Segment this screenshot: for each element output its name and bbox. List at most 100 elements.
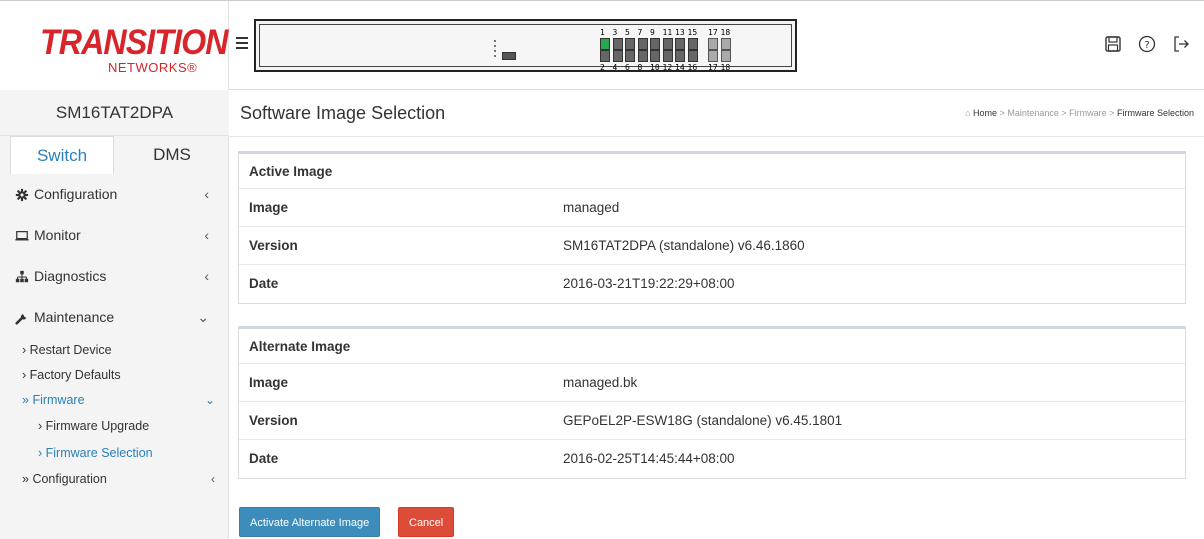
gear-icon — [15, 189, 29, 202]
chevron-left-icon: ‹ — [204, 227, 209, 243]
port-9-top[interactable] — [650, 38, 660, 50]
row-label: Image — [249, 375, 289, 390]
sitemap-icon — [15, 271, 29, 283]
port-number-label: 5 — [625, 28, 630, 37]
breadcrumb-home[interactable]: Home — [973, 108, 997, 118]
page-title: Software Image Selection — [240, 103, 446, 123]
port-4-bottom[interactable] — [612, 50, 623, 62]
hamburger-menu-icon[interactable] — [236, 37, 248, 51]
port-number-label: 13 — [675, 28, 685, 37]
port-number-label: 16 — [687, 63, 698, 72]
sidebar-item-firmware-selection[interactable]: › Firmware Selection — [0, 440, 229, 467]
chevron-down-icon: ⌄ — [204, 393, 215, 407]
sidebar-item-factory-defaults[interactable]: › Factory Defaults — [0, 363, 229, 388]
sidebar-item-label: Firmware Upgrade — [45, 419, 150, 433]
alternate-image-header: Alternate Image — [239, 329, 1185, 364]
sidebar-item-firmware[interactable]: » Firmware ⌄ — [0, 388, 229, 413]
breadcrumb-maintenance[interactable]: Maintenance — [1007, 108, 1059, 118]
row-label: Version — [249, 413, 298, 428]
sidebar-item-label: Firmware — [32, 393, 85, 407]
sidebar-item-configuration[interactable]: Configuration ‹ — [0, 174, 229, 215]
sidebar-item-configuration-sub[interactable]: » Configuration ‹ — [0, 467, 229, 492]
port-number-label: 11 — [662, 28, 673, 37]
port-13-top[interactable] — [675, 38, 685, 50]
table-row: Image managed — [239, 189, 1185, 227]
row-label: Version — [249, 238, 298, 253]
status-leds — [493, 40, 497, 60]
chevron-left-icon: ‹ — [204, 268, 209, 284]
port-17-sfp-bottom[interactable] — [708, 50, 718, 62]
port-number-label: 2 — [600, 63, 605, 72]
activate-alternate-image-button[interactable]: Activate Alternate Image — [239, 507, 381, 537]
sidebar-item-firmware-upgrade[interactable]: › Firmware Upgrade — [0, 413, 229, 440]
port-18-sfp-bottom[interactable] — [720, 50, 731, 62]
logo-wordmark: TRANSITION — [40, 23, 228, 62]
row-value: managed — [563, 200, 620, 215]
sidebar-item-label: Factory Defaults — [29, 368, 121, 382]
logo: TRANSITION NETWORKS® — [0, 1, 229, 91]
console-port — [502, 52, 516, 60]
port-6-bottom[interactable] — [625, 50, 635, 62]
sidebar-item-monitor[interactable]: Monitor ‹ — [0, 215, 229, 256]
port-number-label: 18 — [720, 28, 731, 37]
port-number-label: 18 — [720, 63, 731, 72]
save-icon[interactable] — [1104, 35, 1122, 53]
port-15-top[interactable] — [687, 38, 698, 50]
port-5-top[interactable] — [625, 38, 635, 50]
sidebar-item-label: Diagnostics — [34, 268, 107, 284]
header-actions: ? — [1104, 35, 1190, 53]
top-header: TRANSITION NETWORKS® 1 3 5 7 9 11 13 15 17 18 2 4 6 8… — [0, 0, 1204, 91]
wrench-icon — [15, 314, 27, 325]
port-17-sfp-top[interactable] — [708, 38, 718, 50]
sidebar-item-label: Configuration — [32, 472, 107, 486]
port-11-top[interactable] — [662, 38, 673, 50]
active-image-header: Active Image — [239, 154, 1185, 189]
sidebar-menu: Configuration ‹ Monitor ‹ Diagnostics ‹ … — [0, 174, 229, 492]
home-icon: ⌂ — [965, 108, 971, 118]
port-number-label: 3 — [612, 28, 618, 37]
breadcrumb-current: Firmware Selection — [1116, 108, 1194, 118]
divider — [230, 136, 1204, 137]
port-8-bottom[interactable] — [637, 50, 648, 62]
tab-dms[interactable]: DMS — [120, 136, 224, 174]
row-value: 2016-02-25T14:45:44+08:00 — [563, 451, 735, 466]
port-number-label: 1 — [600, 28, 605, 37]
svg-text:?: ? — [1144, 40, 1149, 51]
port-10-bottom[interactable] — [650, 50, 660, 62]
help-icon[interactable]: ? — [1138, 35, 1156, 53]
sidebar: SM16TAT2DPA Switch DMS Configuration ‹ M… — [0, 90, 229, 539]
port-number-label: 15 — [687, 28, 698, 37]
active-image-panel: Active Image Image managed Version SM16T… — [238, 151, 1186, 304]
breadcrumb-firmware[interactable]: Firmware — [1069, 108, 1107, 118]
table-row: Version SM16TAT2DPA (standalone) v6.46.1… — [239, 227, 1185, 265]
row-value: SM16TAT2DPA (standalone) v6.46.1860 — [563, 238, 805, 253]
port-number-label: 8 — [637, 63, 643, 72]
main-content: Software Image Selection ⌂ Home > Mainte… — [230, 90, 1204, 539]
sidebar-item-label: Maintenance — [34, 309, 115, 325]
port-number-label: 17 — [708, 28, 718, 37]
port-number-label: 17 — [708, 63, 718, 72]
port-16-bottom[interactable] — [687, 50, 698, 62]
sidebar-item-label: Configuration — [34, 186, 118, 202]
port-18-sfp-top[interactable] — [720, 38, 731, 50]
tab-switch[interactable]: Switch — [10, 136, 114, 174]
port-7-top[interactable] — [637, 38, 648, 50]
sidebar-item-restart-device[interactable]: › Restart Device — [0, 338, 229, 363]
port-2-bottom[interactable] — [600, 50, 610, 62]
port-14-bottom[interactable] — [675, 50, 685, 62]
switch-front-panel: 1 3 5 7 9 11 13 15 17 18 2 4 6 8 10 12 14 16 17 18 — [254, 19, 797, 72]
chevron-left-icon: ‹ — [211, 472, 215, 486]
port-1-top[interactable] — [600, 38, 610, 50]
row-value: managed.bk — [563, 375, 638, 390]
port-3-top[interactable] — [612, 38, 623, 50]
sidebar-item-diagnostics[interactable]: Diagnostics ‹ — [0, 256, 229, 297]
cancel-button[interactable]: Cancel — [398, 507, 455, 537]
sidebar-item-maintenance[interactable]: Maintenance ⌄ — [0, 297, 229, 338]
port-12-bottom[interactable] — [662, 50, 673, 62]
sidebar-item-label: Restart Device — [29, 343, 112, 357]
port-number-label: 10 — [650, 63, 660, 72]
table-row: Date 2016-03-21T19:22:29+08:00 — [239, 265, 1185, 303]
port-number-label: 12 — [662, 63, 673, 72]
logout-icon[interactable] — [1172, 35, 1190, 53]
sidebar-item-label: Monitor — [34, 227, 81, 243]
